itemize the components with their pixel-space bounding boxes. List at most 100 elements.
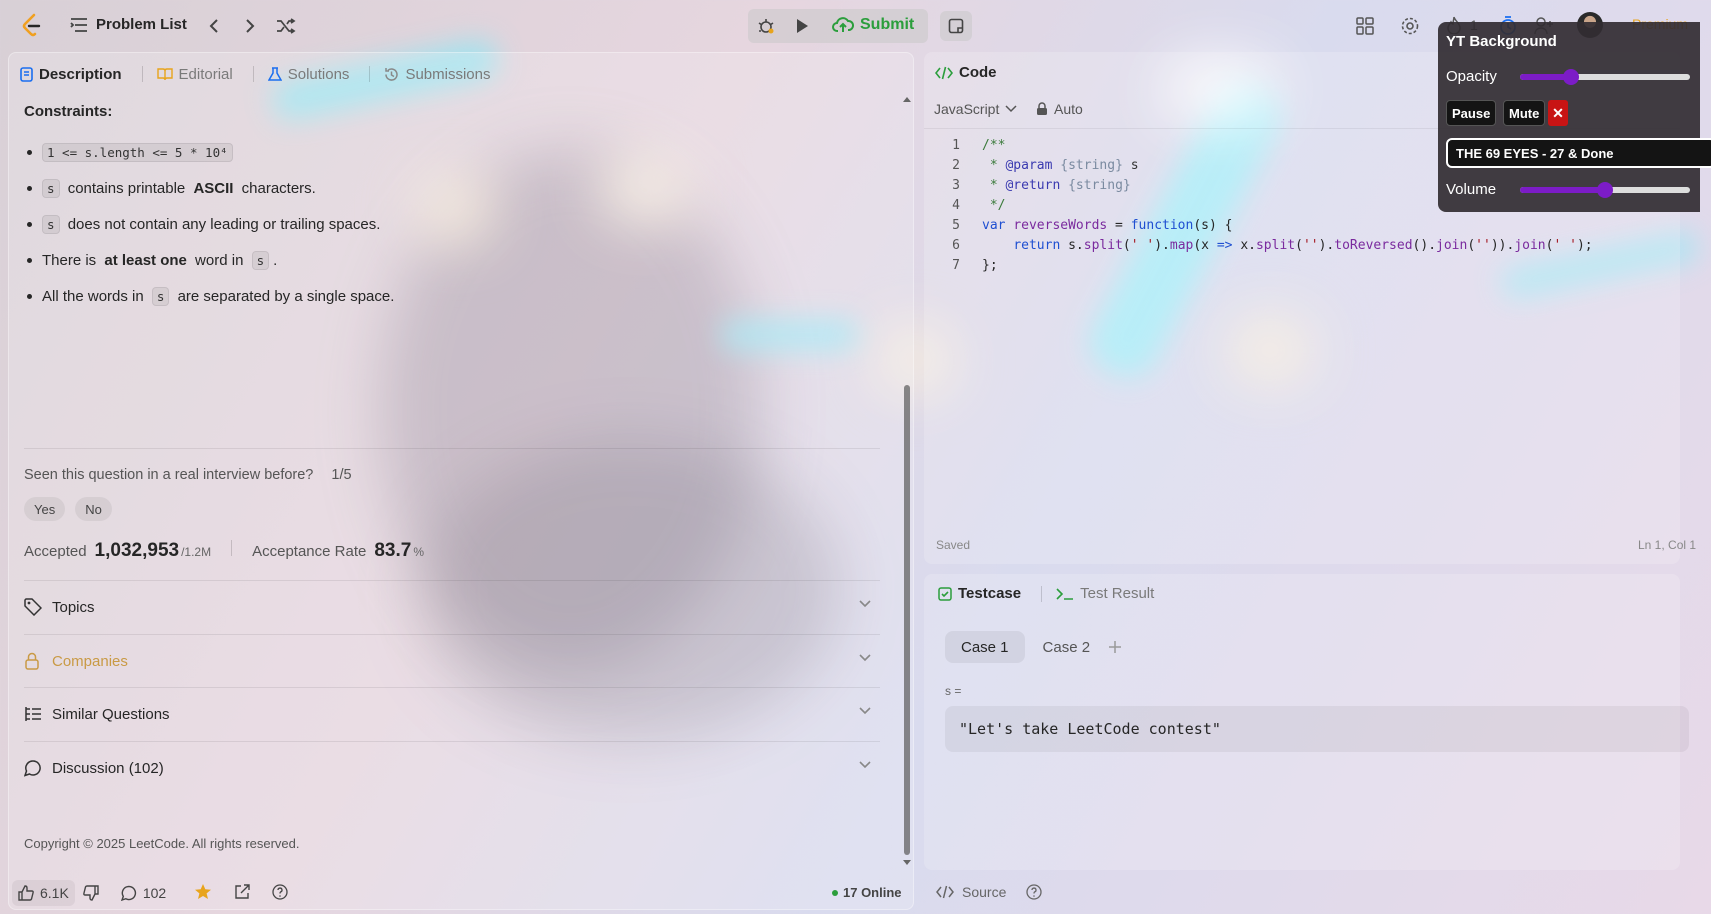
divider	[24, 448, 880, 449]
interview-question-text: Seen this question in a real interview b…	[24, 467, 314, 483]
accordion-topics[interactable]: Topics	[24, 582, 880, 632]
language-selector[interactable]: JavaScript	[934, 101, 1017, 117]
add-case-icon[interactable]	[1108, 640, 1122, 654]
accepted-total: /1.2M	[181, 545, 212, 559]
constraint-item: s contains printable ASCII characters.	[24, 170, 394, 206]
code-line-text: var reverseWords = function(s) {	[982, 218, 1233, 233]
accordion-similar-questions[interactable]: Similar Questions	[24, 689, 880, 739]
tab-submissions[interactable]: Submissions	[384, 66, 490, 83]
prev-problem-icon[interactable]	[200, 12, 228, 40]
yes-button[interactable]: Yes	[24, 497, 66, 521]
scroll-down-icon[interactable]	[903, 860, 911, 866]
layout-grid-icon[interactable]	[1351, 12, 1379, 40]
case-tabs: Case 1 Case 2	[945, 631, 1122, 663]
scroll-up-icon[interactable]	[903, 96, 911, 102]
tab-solutions[interactable]: Solutions	[267, 66, 349, 83]
interview-answer-row: Yes No	[24, 497, 112, 521]
next-problem-icon[interactable]	[236, 12, 264, 40]
yt-panel-title: YT Background	[1446, 33, 1557, 50]
flask-icon	[267, 66, 282, 81]
source-link[interactable]: Source	[962, 884, 1006, 900]
code-title: Code	[959, 64, 997, 81]
cursor-position: Ln 1, Col 1	[1638, 538, 1697, 552]
constraint-code: 1 <= s.length <= 5 * 10⁴	[42, 142, 233, 162]
video-url-input[interactable]: THE 69 EYES - 27 & Done	[1446, 138, 1711, 168]
share-icon[interactable]	[234, 883, 250, 903]
close-button[interactable]: ✕	[1548, 100, 1568, 126]
like-count: 6.1K	[40, 885, 69, 901]
chevron-down-icon	[859, 600, 871, 608]
constraint-text: There is	[42, 251, 101, 269]
code-line-text: return s.split(' ').map(x => x.split('')…	[1013, 238, 1593, 253]
accordion-discussion[interactable]: Discussion (102)	[24, 743, 880, 793]
code-header: Code	[935, 64, 1017, 81]
cloud-upload-icon	[832, 17, 854, 32]
online-dot	[832, 889, 838, 896]
accordion-companies[interactable]: Companies	[24, 636, 880, 686]
case-1-tab[interactable]: Case 1	[945, 631, 1025, 663]
dislike-button[interactable]	[82, 885, 99, 901]
constraint-text: does not contain any leading or trailing…	[63, 215, 381, 233]
tab-editorial[interactable]: Editorial	[156, 65, 233, 83]
volume-label: Volume	[1446, 181, 1497, 198]
accordion-topics-label: Topics	[52, 598, 95, 616]
tag-icon	[24, 598, 42, 616]
interview-count: 1/5	[331, 467, 352, 483]
tab-separator	[141, 66, 143, 82]
constraint-text: All the words in	[42, 287, 148, 305]
divider	[24, 687, 880, 688]
help-icon[interactable]	[1026, 884, 1043, 900]
description-footer: 6.1K 102	[12, 880, 288, 906]
pause-button[interactable]: Pause	[1446, 100, 1497, 126]
auto-mode-label: Auto	[1054, 101, 1083, 117]
testcase-input[interactable]: "Let's take LeetCode contest"	[945, 706, 1689, 752]
tab-code[interactable]: Code	[935, 64, 997, 81]
code-line-text: /**	[982, 138, 1006, 153]
accepted-value: 1,032,953	[94, 540, 180, 561]
opacity-slider[interactable]	[1520, 69, 1690, 85]
opacity-label: Opacity	[1446, 68, 1497, 85]
variable-label: s =	[945, 684, 962, 698]
constraint-item: There is at least one word in s.	[24, 242, 394, 278]
problem-list-button[interactable]: Problem List	[70, 16, 187, 33]
chat-bubble-icon	[24, 760, 41, 777]
volume-slider-knob[interactable]	[1597, 182, 1613, 198]
constraint-text: word in	[190, 251, 248, 269]
debug-icon[interactable]	[752, 12, 780, 40]
code-line: 5 var reverseWords = function(s) {	[940, 216, 1593, 236]
mute-button[interactable]: Mute	[1503, 100, 1546, 126]
settings-gear-icon[interactable]	[1396, 12, 1424, 40]
submit-button[interactable]: Submit	[832, 16, 914, 34]
like-button[interactable]: 6.1K	[12, 880, 75, 906]
favorite-star-icon[interactable]	[194, 883, 212, 904]
notes-icon[interactable]	[940, 11, 972, 41]
book-icon	[156, 68, 173, 81]
case-2-tab[interactable]: Case 2	[1035, 631, 1099, 663]
comment-icon	[120, 885, 136, 901]
tab-separator	[1041, 585, 1043, 602]
help-icon[interactable]	[272, 883, 288, 903]
scrollbar-thumb[interactable]	[904, 385, 910, 855]
stats-separator	[231, 540, 233, 556]
list-icon	[70, 17, 87, 32]
leetcode-logo-icon[interactable]	[20, 13, 44, 39]
comments-button[interactable]: 102	[120, 885, 166, 901]
tab-test-result[interactable]: Test Result	[1056, 585, 1154, 602]
opacity-slider-knob[interactable]	[1563, 69, 1579, 85]
source-footer: Source	[936, 884, 1043, 900]
tab-testcase[interactable]: Testcase	[938, 585, 1021, 602]
volume-slider-fill	[1520, 187, 1605, 193]
tab-description[interactable]: Description	[20, 66, 122, 83]
terminal-icon	[1056, 587, 1074, 600]
divider	[24, 634, 880, 635]
chevron-down-icon	[1005, 105, 1017, 113]
language-label: JavaScript	[934, 101, 1000, 117]
auto-mode-toggle[interactable]: Auto	[1036, 101, 1083, 117]
volume-slider[interactable]	[1520, 182, 1690, 198]
tab-editorial-label: Editorial	[178, 65, 233, 83]
constraint-text: characters.	[237, 179, 316, 197]
thumbs-up-icon	[18, 885, 34, 901]
shuffle-icon[interactable]	[272, 12, 300, 40]
no-button[interactable]: No	[75, 497, 112, 521]
run-icon[interactable]	[788, 12, 816, 40]
